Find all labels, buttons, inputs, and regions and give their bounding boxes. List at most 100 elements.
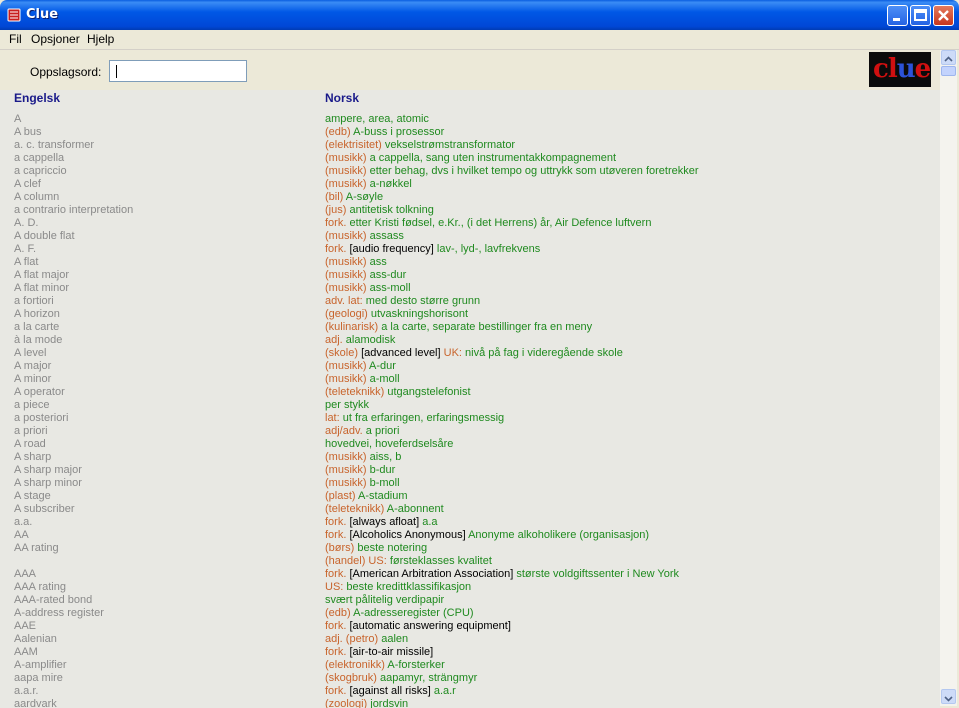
translation-category: (elektrisitet) (325, 139, 385, 151)
translation-abbreviation: [against all risks] (349, 685, 434, 697)
translation-text: med desto større grunn (365, 295, 481, 307)
entry-row[interactable]: A clef (musikk) a-nøkkel (0, 178, 940, 191)
menu-fil[interactable]: Fil (9, 32, 22, 46)
entry-row[interactable]: A sharp minor (musikk) b-moll (0, 477, 940, 490)
scroll-up-button[interactable] (941, 50, 956, 65)
window-title: Clue (26, 7, 59, 22)
entry-row[interactable]: a. c. transformer (elektrisitet) vekselst… (0, 139, 940, 152)
menu-hjelp[interactable]: Hjelp (87, 32, 114, 46)
maximize-icon (914, 9, 927, 21)
entry-row[interactable]: aapa mire (skogbruk) aapamyr, strängmyr (0, 672, 940, 685)
entry-row[interactable]: A bus (edb) A-buss i prosessor (0, 126, 940, 139)
entry-row[interactable]: A flat minor (musikk) ass-moll (0, 282, 940, 295)
entry-row[interactable]: A double flat (musikk) assass (0, 230, 940, 243)
translation-text: førsteklasses kvalitet (389, 555, 492, 567)
entry-translation: fork. [audio frequency] lav-, lyd-, lavf… (325, 243, 540, 255)
entry-row[interactable]: A column (bil) A-søyle (0, 191, 940, 204)
entry-row[interactable]: A flat major (musikk) ass-dur (0, 269, 940, 282)
entry-row[interactable]: A subscriber (teleteknikk) A-abonnent (0, 503, 940, 516)
entry-row[interactable]: a priori adj/adv. a priori (0, 425, 940, 438)
entry-row[interactable]: a.a. fork. [always afloat] a.a (0, 516, 940, 529)
translation-category: fork. (325, 568, 350, 580)
translation-text: vekselstrømstransformator (384, 139, 516, 151)
scroll-thumb[interactable] (941, 66, 956, 76)
translation-text: A-abonnent (386, 503, 444, 515)
entry-row[interactable]: AAA rating US: beste kredittklassifikasjo… (0, 581, 940, 594)
close-button[interactable] (933, 5, 954, 26)
maximize-button[interactable] (910, 5, 931, 26)
entry-row[interactable]: A road hovedvei, hoveferdselsåre (0, 438, 940, 451)
entry-row[interactable]: (handel) US: førsteklasses kvalitet (0, 555, 940, 568)
translation-category: (skole) (325, 347, 362, 359)
vertical-scrollbar[interactable] (940, 50, 957, 706)
entry-translation: (plast) A-stadium (325, 490, 408, 502)
minimize-button[interactable] (887, 5, 908, 26)
entry-row[interactable]: a capriccio (musikk) etter behag, dvs i h… (0, 165, 940, 178)
translation-category: fork. (325, 217, 350, 229)
entry-translation: adj. alamodisk (325, 334, 395, 346)
entry-translation: (musikk) etter behag, dvs i hvilket temp… (325, 165, 699, 177)
entry-translation: (bil) A-søyle (325, 191, 383, 203)
entry-row[interactable]: a.a.r. fork. [against all risks] a.a.r (0, 685, 940, 698)
entry-translation: (musikk) a-moll (325, 373, 400, 385)
translation-text: a-moll (369, 373, 400, 385)
translation-text: aalen (381, 633, 409, 645)
entry-row[interactable]: A stage (plast) A-stadium (0, 490, 940, 503)
entry-term: AA (14, 529, 29, 541)
entry-term: A subscriber (14, 503, 75, 515)
entry-row[interactable]: A minor (musikk) a-moll (0, 373, 940, 386)
entry-row[interactable]: AA fork. [Alcoholics Anonymous] Anonyme a… (0, 529, 940, 542)
entry-translation: (musikk) assass (325, 230, 404, 242)
translation-abbreviation: [always afloat] (349, 516, 423, 528)
translation-text: antitetisk tolkning (349, 204, 434, 216)
entry-row[interactable]: aardvark (zoologi) jordsvin (0, 698, 940, 708)
translation-category: (zoologi) (325, 698, 371, 708)
entry-row[interactable]: a piece per stykk (0, 399, 940, 412)
entry-row[interactable]: AAA-rated bond svært pålitelig verdipapir (0, 594, 940, 607)
entry-row[interactable]: a la carte (kulinarisk) a la carte, separ… (0, 321, 940, 334)
entry-translation: fork. [automatic answering equipment] (325, 620, 511, 632)
entry-row[interactable]: A-address register (edb) A-adresseregiste… (0, 607, 940, 620)
translation-text: aapamyr, strängmyr (380, 672, 478, 684)
entry-row[interactable]: A. F. fork. [audio frequency] lav-, lyd-,… (0, 243, 940, 256)
entry-row[interactable]: A flat (musikk) ass (0, 256, 940, 269)
entry-row[interactable]: a fortiori adv. lat: med desto større gru… (0, 295, 940, 308)
entry-row[interactable]: AAE fork. [automatic answering equipment] (0, 620, 940, 633)
scroll-down-button[interactable] (941, 689, 956, 704)
entry-row[interactable]: Aalenian adj. (petro) aalen (0, 633, 940, 646)
entry-translation: (musikk) b-dur (325, 464, 395, 476)
entry-row[interactable]: Aampere, area, atomic (0, 113, 940, 126)
entry-row[interactable]: A level (skole) [advanced level] UK: nivå… (0, 347, 940, 360)
entry-term: A-amplifier (14, 659, 67, 671)
translation-category: (jus) (325, 204, 350, 216)
entry-row[interactable]: A sharp (musikk) aiss, b (0, 451, 940, 464)
entry-row[interactable]: A major (musikk) A-dur (0, 360, 940, 373)
translation-text: a-nøkkel (369, 178, 412, 190)
translation-category: (musikk) (325, 360, 369, 372)
search-input[interactable] (109, 60, 247, 82)
menu-opsjoner[interactable]: Opsjoner (31, 32, 80, 46)
entry-row[interactable]: A operator (teleteknikk) utgangstelefonis… (0, 386, 940, 399)
translation-text: a.a.r (433, 685, 456, 697)
entry-row[interactable]: A-amplifier (elektronikk) A-forsterker (0, 659, 940, 672)
column-header-english: Engelsk (14, 91, 61, 105)
entry-row[interactable]: a contrario interpretation (jus) antiteti… (0, 204, 940, 217)
entry-row[interactable]: a cappella (musikk) a cappella, sang uten… (0, 152, 940, 165)
entry-row[interactable]: AAA fork. [American Arbitration Associati… (0, 568, 940, 581)
entry-row[interactable]: A. D. fork. etter Kristi fødsel, e.Kr., (… (0, 217, 940, 230)
entry-translation: (teleteknikk) A-abonnent (325, 503, 444, 515)
entry-translation: (børs) beste notering (325, 542, 427, 554)
translation-category: (bil) (325, 191, 346, 203)
translation-category: (edb) (325, 607, 354, 619)
entry-row[interactable]: AA rating (børs) beste notering (0, 542, 940, 555)
entry-row[interactable]: a posteriori lat: ut fra erfaringen, erfa… (0, 412, 940, 425)
entry-term: A flat (14, 256, 39, 268)
entry-row[interactable]: A sharp major (musikk) b-dur (0, 464, 940, 477)
entry-row[interactable]: AAM fork. [air-to-air missile] (0, 646, 940, 659)
title-bar[interactable]: Clue (0, 0, 959, 30)
entry-row[interactable]: à la mode adj. alamodisk (0, 334, 940, 347)
entry-row[interactable]: A horizon (geologi) utvaskningshorisont (0, 308, 940, 321)
translation-category: (musikk) (325, 282, 370, 294)
translation-text: ass (369, 256, 387, 268)
entry-translation: (zoologi) jordsvin (325, 698, 408, 708)
